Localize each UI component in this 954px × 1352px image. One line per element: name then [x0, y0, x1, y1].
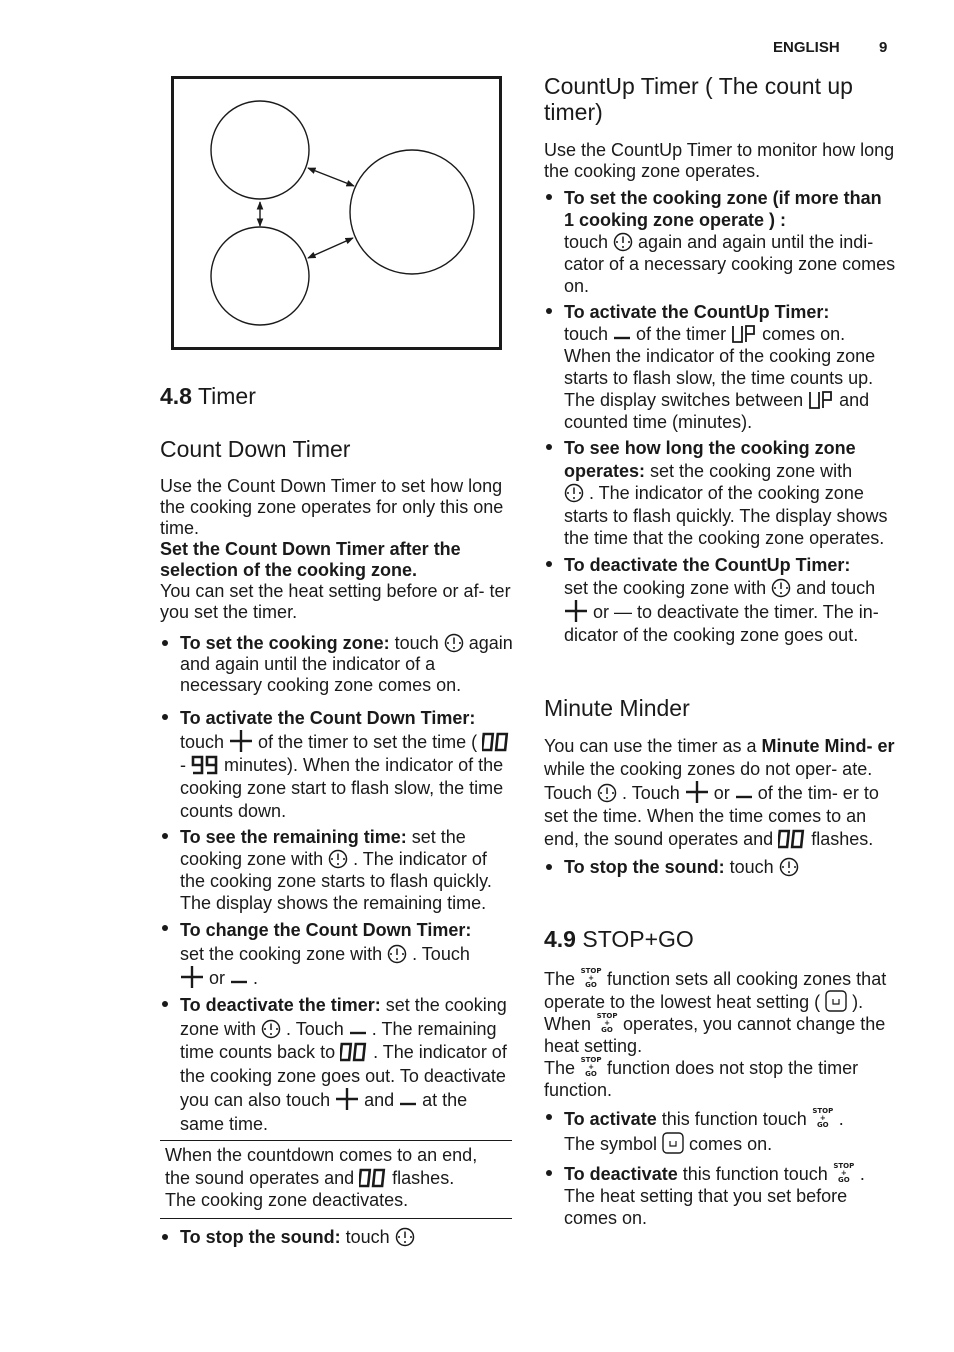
info-box-bottom-rule — [160, 1218, 512, 1219]
countdown-info-box: When the countdown comes to an end, the … — [165, 1145, 511, 1211]
list-item: To change the Count Down Timer: set the c… — [160, 918, 516, 990]
list-item: To stop the sound: touch — [160, 1227, 512, 1248]
minute-minder-heading: Minute Minder — [544, 695, 690, 721]
minus-icon — [230, 976, 248, 988]
stopgo-text-1: The STOP + GO function sets all cooking zo… — [544, 967, 887, 1013]
countdown-heading: Count Down Timer — [160, 436, 351, 462]
display-up-icon — [808, 390, 834, 410]
list-item: To see how long the cooking zone operate… — [544, 437, 896, 550]
plus-icon — [685, 781, 709, 803]
countup-block: Use the CountUp Timer to monitor how lon… — [544, 140, 896, 647]
arrow-bottom — [307, 237, 354, 259]
stop-go-icon: STOP + GO — [596, 1012, 618, 1034]
stopgo-block: The STOP + GO function sets all cooking zo… — [544, 968, 896, 1229]
section-heading-timer: 4.8 Timer — [160, 383, 256, 409]
plus-icon — [180, 966, 204, 988]
timer-icon — [613, 232, 633, 252]
minus-icon — [349, 1027, 367, 1039]
timer-icon — [444, 633, 464, 653]
info-line: the sound operates and flashes. — [165, 1168, 455, 1188]
page-number: 9 — [879, 39, 888, 56]
arrow-top — [307, 167, 355, 187]
timer-icon — [597, 783, 617, 803]
lowest-heat-icon — [662, 1132, 684, 1154]
timer-icon — [387, 944, 407, 964]
plus-icon — [229, 730, 253, 752]
display-up-icon — [731, 324, 757, 344]
stop-go-icon: STOP + GO — [580, 1056, 602, 1078]
display-99-icon — [191, 755, 219, 775]
info-box-top-rule — [160, 1140, 512, 1141]
timer-icon — [328, 849, 348, 869]
cooking-zone-bottom-left — [210, 226, 310, 326]
countdown-note: You can set the heat setting before or a… — [160, 581, 511, 622]
timer-icon — [564, 483, 584, 503]
cooking-zones-diagram — [171, 76, 502, 350]
timer-icon — [261, 1019, 281, 1039]
countdown-bold-note: Set the Count Down Timer after the selec… — [160, 539, 461, 580]
countdown-stop-sound: To stop the sound: touch — [160, 1227, 512, 1248]
list-item: To set the cooking zone: touch again and… — [160, 633, 516, 696]
list-item: To deactivate the CountUp Timer: set the … — [544, 554, 896, 647]
timer-icon — [395, 1227, 415, 1247]
cooking-zone-top-left — [210, 100, 310, 200]
list-item: To deactivate the timer: set the cooking… — [160, 994, 516, 1136]
timer-icon — [779, 857, 799, 877]
list-item: To see the remaining time: set the cooki… — [160, 826, 516, 914]
language-label: ENGLISH — [773, 39, 840, 56]
minute-minder-block: You can use the timer as a Minute Mind- … — [544, 735, 896, 878]
timer-icon — [771, 578, 791, 598]
countup-heading: CountUp Timer ( The count up timer) — [544, 73, 853, 125]
stop-go-icon: STOP + GO — [812, 1107, 834, 1129]
plus-icon — [335, 1088, 359, 1110]
display-00-icon — [778, 829, 806, 849]
plus-icon — [564, 599, 588, 622]
section-heading-stopgo: 4.9 STOP+GO — [544, 926, 694, 952]
info-line: The cooking zone deactivates. — [165, 1190, 409, 1210]
minus-icon — [399, 1098, 417, 1110]
list-item: To activate this function touch STOP + GO … — [544, 1107, 896, 1157]
countdown-bullet-list: To set the cooking zone: touch again and… — [160, 633, 516, 1136]
list-item: To set the cooking zone (if more than 1 … — [544, 187, 896, 297]
countdown-intro: Use the Count Down Timer to set how long… — [160, 476, 504, 538]
cooking-zone-right — [349, 149, 475, 275]
countdown-intro-block: Use the Count Down Timer to set how long… — [160, 476, 512, 623]
display-00-icon — [482, 732, 510, 752]
stop-go-icon: STOP + GO — [580, 967, 602, 989]
display-00-icon — [359, 1168, 387, 1188]
list-item: To stop the sound: touch — [544, 857, 896, 878]
minus-icon — [735, 791, 753, 803]
info-line: When the countdown comes to an end, — [165, 1145, 478, 1165]
display-00-icon — [340, 1042, 368, 1062]
page-header: ENGLISH 9 — [0, 39, 954, 59]
countup-intro: Use the CountUp Timer to monitor how lon… — [544, 140, 895, 181]
minute-minder-text: You can use the timer as a Minute Mind- … — [544, 736, 895, 849]
list-item: To activate the CountUp Timer: touch of t… — [544, 301, 896, 433]
lowest-heat-icon — [825, 990, 847, 1012]
stop-go-icon: STOP + GO — [833, 1162, 855, 1184]
list-item: To activate the Count Down Timer: touch o… — [160, 707, 516, 823]
list-item: To deactivate this function touch STOP + G… — [544, 1163, 896, 1229]
diagram-frame — [171, 76, 502, 350]
stopgo-text-3: The STOP + GO function does not stop the t… — [544, 1056, 859, 1101]
stopgo-text-2: When STOP + GO operates, you cannot change… — [544, 1012, 886, 1057]
minus-icon — [613, 332, 631, 344]
